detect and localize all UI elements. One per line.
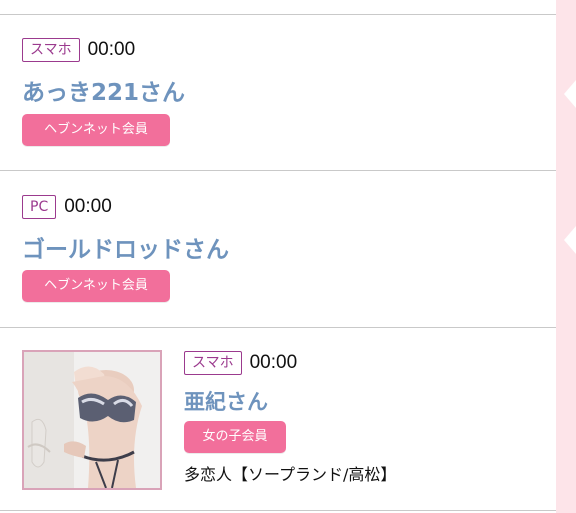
device-tag: スマホ (184, 351, 242, 375)
member-badge: 女の子会員 (184, 421, 286, 453)
visit-meta: スマホ 00:00 (22, 37, 135, 63)
divider (0, 170, 556, 171)
visit-meta: スマホ 00:00 (184, 350, 297, 376)
visit-meta: PC 00:00 (22, 194, 112, 220)
strip-notch (564, 80, 576, 108)
strip-notch (564, 226, 576, 254)
divider (0, 14, 556, 15)
visitor-name-link[interactable]: 亜紀さん (184, 386, 268, 416)
device-tag: PC (22, 195, 57, 219)
device-tag: スマホ (22, 38, 80, 62)
visitor-name-link[interactable]: ゴールドロッドさん (22, 230, 229, 264)
profile-photo-illustration (24, 352, 160, 488)
profile-photo[interactable] (22, 350, 162, 490)
member-badge: ヘブンネット会員 (22, 114, 170, 146)
shop-name[interactable]: 多恋人【ソープランド/高松】 (184, 461, 396, 485)
visitor-list: スマホ 00:00 あっき221さん ヘブンネット会員 PC 00:00 ゴール… (0, 0, 556, 513)
divider (0, 510, 556, 511)
visit-time: 00:00 (249, 352, 298, 373)
visit-time: 00:00 (64, 196, 112, 217)
decorative-side-strip (556, 0, 576, 513)
visitor-name-link[interactable]: あっき221さん (22, 73, 185, 107)
divider (0, 327, 556, 328)
member-badge: ヘブンネット会員 (22, 270, 170, 302)
visit-time: 00:00 (87, 39, 136, 60)
